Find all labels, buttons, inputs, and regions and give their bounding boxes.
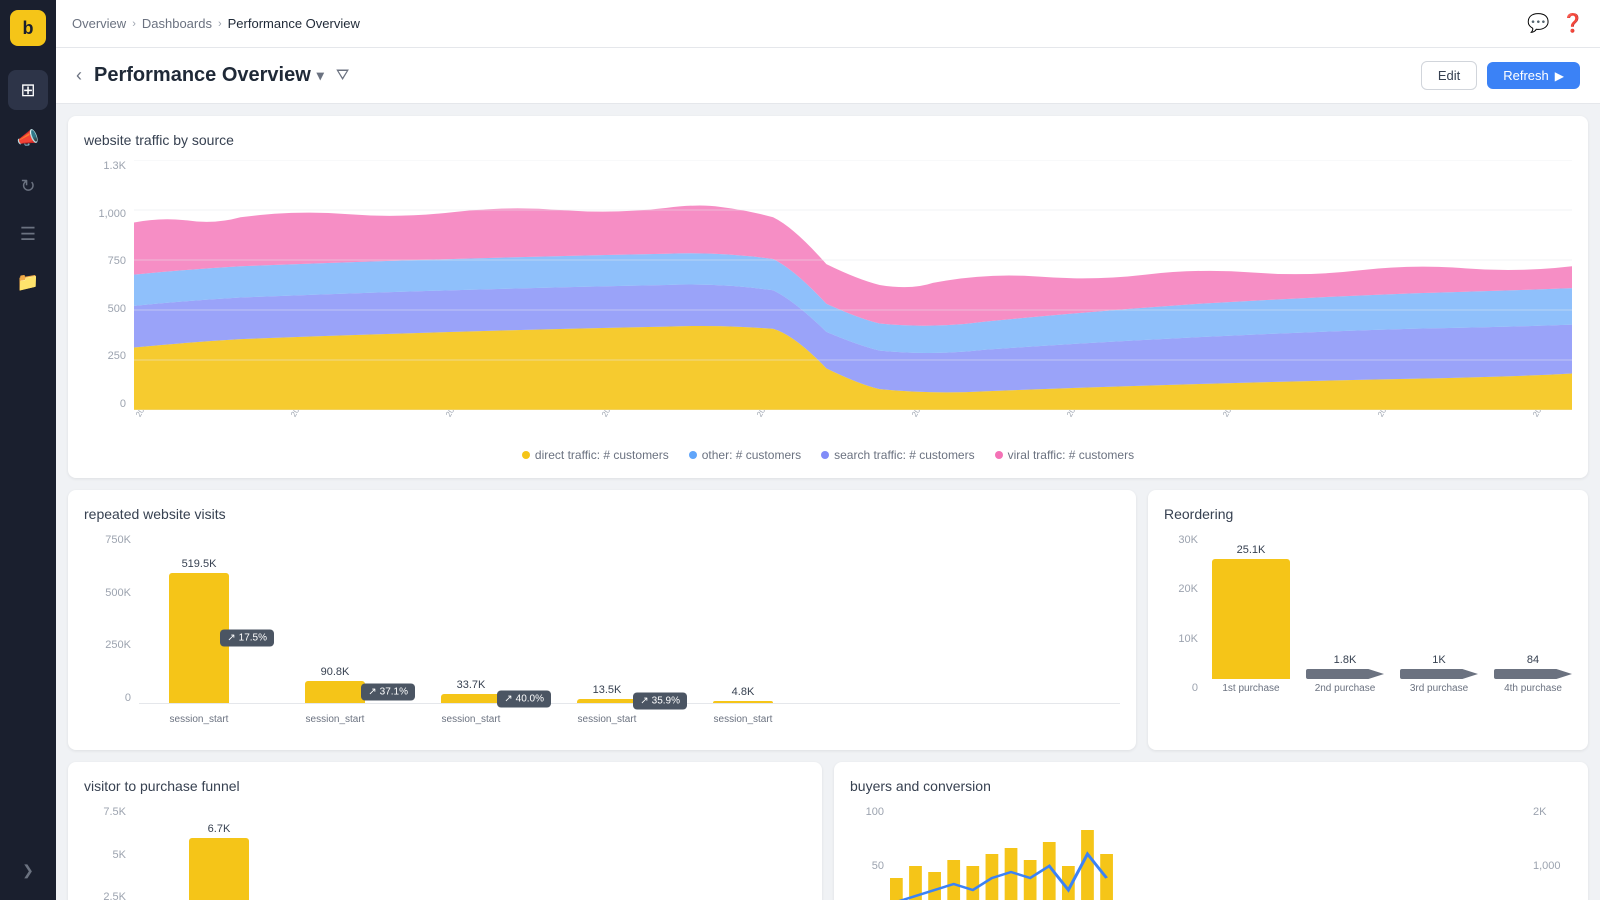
topbar: Overview › Dashboards › Performance Over… (56, 0, 1600, 48)
rv-badge-1: ↗17.5% (220, 630, 274, 647)
reorder-bar-3: 1K 3rd purchase (1400, 654, 1478, 694)
legend-search: search traffic: # customers (821, 448, 975, 462)
breadcrumb: Overview › Dashboards › Performance Over… (72, 16, 360, 31)
title-chevron-icon[interactable]: ▾ (317, 67, 324, 84)
reorder-bar-2-fill (1306, 669, 1384, 679)
legend-dot-viral (995, 451, 1003, 459)
dashboard: website traffic by source 1.3K 1,000 750… (56, 104, 1600, 900)
repeated-visits-card: repeated website visits 750K 500K 250K 0… (68, 490, 1136, 750)
rv-bar-2: 90.8K ↗37.1% (295, 666, 375, 703)
reorder-bar-1: 25.1K 1st purchase (1212, 544, 1290, 694)
rv-bar-4-fill: ↗35.9% (577, 699, 637, 703)
sidebar: b ⊞ 📣 ↻ ☰ 📁 ❯ (0, 0, 56, 900)
edit-button[interactable]: Edit (1421, 61, 1477, 90)
rv-xlabels: session_start session_start session_star… (139, 704, 1120, 734)
reorder-bar-4-fill (1494, 669, 1572, 679)
reorder-yaxis: 30K 20K 10K 0 (1164, 534, 1204, 714)
funnel-bar-1-fill (189, 838, 249, 900)
rv-badge-2: ↗37.1% (361, 684, 415, 701)
legend-viral: viral traffic: # customers (995, 448, 1134, 462)
sidebar-item-data[interactable]: ☰ (8, 214, 48, 254)
legend-other: other: # customers (689, 448, 801, 462)
traffic-chart-svg (134, 160, 1572, 410)
traffic-legend: direct traffic: # customers other: # cus… (84, 448, 1572, 462)
traffic-card: website traffic by source 1.3K 1,000 750… (68, 116, 1588, 478)
breadcrumb-dashboards[interactable]: Dashboards (142, 16, 212, 31)
page-title-text: Performance Overview (94, 64, 311, 87)
legend-dot-other (689, 451, 697, 459)
reordering-card: Reordering 30K 20K 10K 0 25.1K (1148, 490, 1588, 750)
reorder-bar-3-fill (1400, 669, 1478, 679)
main-content: Overview › Dashboards › Performance Over… (56, 0, 1600, 900)
refresh-arrow-icon: ▶ (1555, 69, 1564, 83)
help-icon[interactable]: ❓ (1562, 13, 1584, 34)
buyers-chart: 100 50 0 2K 1,000 0 (850, 806, 1572, 900)
rv-bar-5-fill (713, 701, 773, 703)
funnel-card: visitor to purchase funnel 7.5K 5K 2.5K … (68, 762, 822, 900)
refresh-button[interactable]: Refresh ▶ (1487, 62, 1580, 89)
buyers-title: buyers and conversion (850, 778, 1572, 794)
reordering-title: Reordering (1164, 506, 1572, 522)
header-bar: ‹ Performance Overview ▾ ⛛ Edit Refresh … (56, 48, 1600, 104)
rv-bar-1-fill: ↗17.5% (169, 573, 229, 703)
reorder-bar-1-fill (1212, 559, 1290, 679)
chat-icon[interactable]: 💬 (1527, 13, 1549, 34)
funnel-bar-1: 6.7K (142, 823, 296, 900)
breadcrumb-overview[interactable]: Overview (72, 16, 126, 31)
reordering-chart: 30K 20K 10K 0 25.1K 1st purchase (1164, 534, 1572, 714)
rv-bar-2-fill: ↗37.1% (305, 681, 365, 703)
buyers-chart-inner (890, 806, 1527, 900)
legend-direct: direct traffic: # customers (522, 448, 669, 462)
repeated-visits-chart: 750K 500K 250K 0 519.5K ↗17.5% (84, 534, 1120, 734)
sidebar-item-folders[interactable]: 📁 (8, 262, 48, 302)
funnel-bars: 6.7K 4K (134, 806, 806, 900)
rv-bar-4: 13.5K ↗35.9% (567, 684, 647, 703)
filter-button[interactable]: ⛛ (336, 67, 349, 85)
middle-row: repeated website visits 750K 500K 250K 0… (68, 490, 1588, 750)
sidebar-item-analytics[interactable]: ↻ (8, 166, 48, 206)
buyers-card: buyers and conversion 100 50 0 2K 1,000 … (834, 762, 1588, 900)
bottom-row: visitor to purchase funnel 7.5K 5K 2.5K … (68, 762, 1588, 900)
rv-bar-5: 4.8K (703, 686, 783, 703)
reorder-bar-2: 1.8K 2nd purchase (1306, 654, 1384, 694)
traffic-chart-area: 1.3K 1,000 750 500 250 0 (84, 160, 1572, 440)
back-button[interactable]: ‹ (76, 65, 82, 86)
rv-bars: 519.5K ↗17.5% 90.8K (139, 534, 1120, 704)
legend-dot-direct (522, 451, 530, 459)
page-title: Performance Overview ▾ (94, 64, 324, 87)
rv-yaxis: 750K 500K 250K 0 (84, 534, 139, 704)
breadcrumb-sep-1: › (132, 18, 136, 30)
header-actions: Edit Refresh ▶ (1421, 61, 1580, 90)
rv-badge-4: ↗35.9% (633, 693, 687, 710)
sidebar-item-grid[interactable]: ⊞ (8, 70, 48, 110)
breadcrumb-sep-2: › (218, 18, 222, 30)
sidebar-item-campaigns[interactable]: 📣 (8, 118, 48, 158)
rv-bar-3: 33.7K ↗40.0% (431, 679, 511, 703)
topbar-right: 💬 ❓ (1527, 13, 1584, 34)
legend-dot-search (821, 451, 829, 459)
reorder-bar-4: 84 4th purchase (1494, 654, 1572, 694)
buyers-yaxis-right: 2K 1,000 0 (1527, 806, 1572, 900)
app-logo[interactable]: b (10, 10, 46, 46)
rv-bar-3-fill: ↗40.0% (441, 694, 501, 703)
reorder-bars: 25.1K 1st purchase 1.8K 2nd purchase (1204, 534, 1572, 714)
funnel-title: visitor to purchase funnel (84, 778, 806, 794)
rv-badge-3: ↗40.0% (497, 690, 551, 707)
refresh-label: Refresh (1503, 68, 1549, 83)
buyers-yaxis-left: 100 50 0 (850, 806, 890, 900)
rv-bar-1: 519.5K ↗17.5% (159, 558, 239, 703)
funnel-chart: 7.5K 5K 2.5K 0 6.7K 4K (84, 806, 806, 900)
repeated-visits-title: repeated website visits (84, 506, 1120, 522)
breadcrumb-current: Performance Overview (228, 16, 360, 31)
funnel-yaxis: 7.5K 5K 2.5K 0 (84, 806, 134, 900)
traffic-card-title: website traffic by source (84, 132, 1572, 148)
sidebar-expand-btn[interactable]: ❯ (8, 850, 48, 890)
traffic-yaxis: 1.3K 1,000 750 500 250 0 (84, 160, 134, 410)
